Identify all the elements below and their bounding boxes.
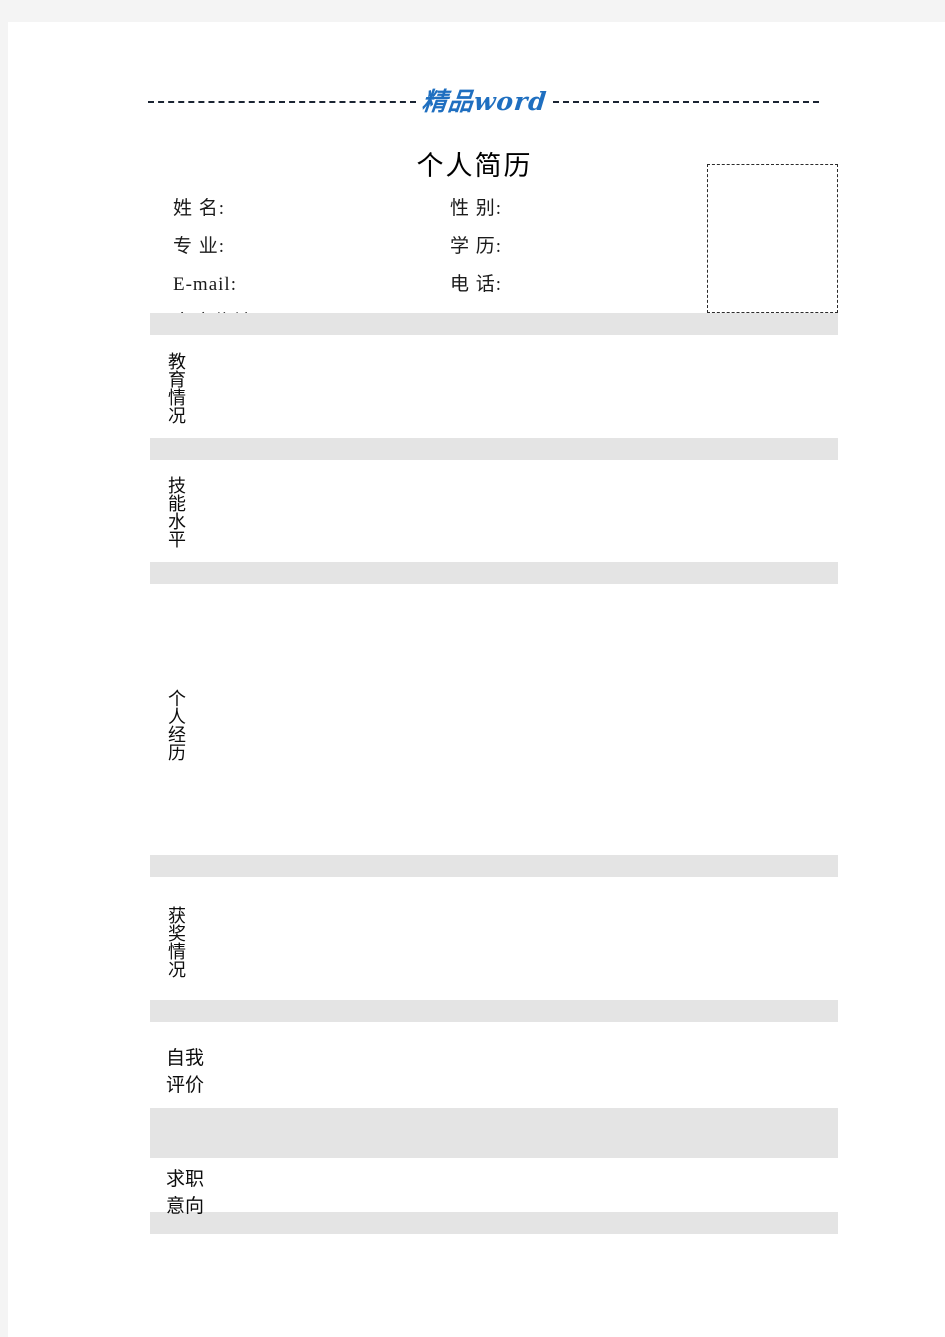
- header-dashed-rule-right: [552, 101, 819, 103]
- section-label-char: 教: [168, 352, 186, 372]
- watermark-label: 精品word: [420, 86, 549, 116]
- section-label-char: 平: [168, 530, 186, 550]
- field-education-label: 学 历:: [450, 236, 503, 257]
- section-divider-bar: [150, 438, 838, 460]
- section-label-char: 水: [168, 512, 186, 532]
- document-page: 精品word 个人简历 姓 名: 性 别: 专 业: 学 历: E-mail: …: [8, 22, 945, 1337]
- field-phone-label: 电 话:: [450, 274, 503, 295]
- section-divider-bar: [150, 562, 838, 584]
- section-label-job-intention: 求职 意向: [166, 1166, 204, 1220]
- section-label-char: 育: [168, 370, 186, 390]
- section-label-line: 求职: [166, 1169, 205, 1190]
- section-label-self-evaluation: 自我 评价: [166, 1045, 204, 1099]
- section-label-char: 况: [168, 406, 186, 426]
- section-label-line: 自我: [166, 1048, 205, 1069]
- section-label-char: 人: [168, 707, 186, 727]
- section-divider-bar: [150, 1000, 838, 1022]
- field-name[interactable]: 姓 名:: [173, 190, 225, 228]
- field-email[interactable]: E-mail:: [173, 266, 237, 304]
- section-label-char: 技: [168, 476, 186, 496]
- field-name-label: 姓 名:: [173, 198, 226, 219]
- section-label-experience: 个 人 经 历: [168, 690, 198, 762]
- field-education[interactable]: 学 历:: [450, 228, 502, 266]
- field-gender-label: 性 别:: [450, 198, 503, 219]
- section-label-skills: 技 能 水 平: [168, 477, 198, 549]
- section-label-char: 经: [168, 725, 186, 745]
- section-label-char: 历: [168, 743, 186, 763]
- section-label-char: 能: [168, 494, 186, 514]
- page-title-text: 个人简历: [416, 151, 533, 181]
- section-label-line: 意向: [166, 1196, 205, 1217]
- section-label-char: 奖: [168, 924, 186, 944]
- section-label-awards: 获 奖 情 况: [168, 907, 198, 979]
- section-label-char: 情: [168, 388, 186, 408]
- section-label-char: 获: [168, 906, 186, 926]
- field-phone[interactable]: 电 话:: [450, 266, 502, 304]
- section-label-char: 情: [168, 942, 186, 962]
- section-divider-bar: [150, 1108, 838, 1158]
- section-divider-bar: [150, 313, 838, 335]
- photo-placeholder-box[interactable]: [707, 164, 838, 313]
- section-divider-bar: [150, 1212, 838, 1234]
- header-dashed-rule-left: [148, 101, 416, 103]
- header-watermark-band: 精品word: [148, 80, 819, 122]
- section-label-line: 评价: [166, 1075, 205, 1096]
- section-label-char: 况: [168, 960, 186, 980]
- section-label-char: 个: [168, 689, 186, 709]
- section-label-education: 教 育 情 况: [168, 353, 198, 425]
- field-email-label: E-mail:: [173, 274, 237, 295]
- field-major[interactable]: 专 业:: [173, 228, 225, 266]
- field-gender[interactable]: 性 别:: [450, 190, 502, 228]
- section-divider-bar: [150, 855, 838, 877]
- field-major-label: 专 业:: [173, 236, 226, 257]
